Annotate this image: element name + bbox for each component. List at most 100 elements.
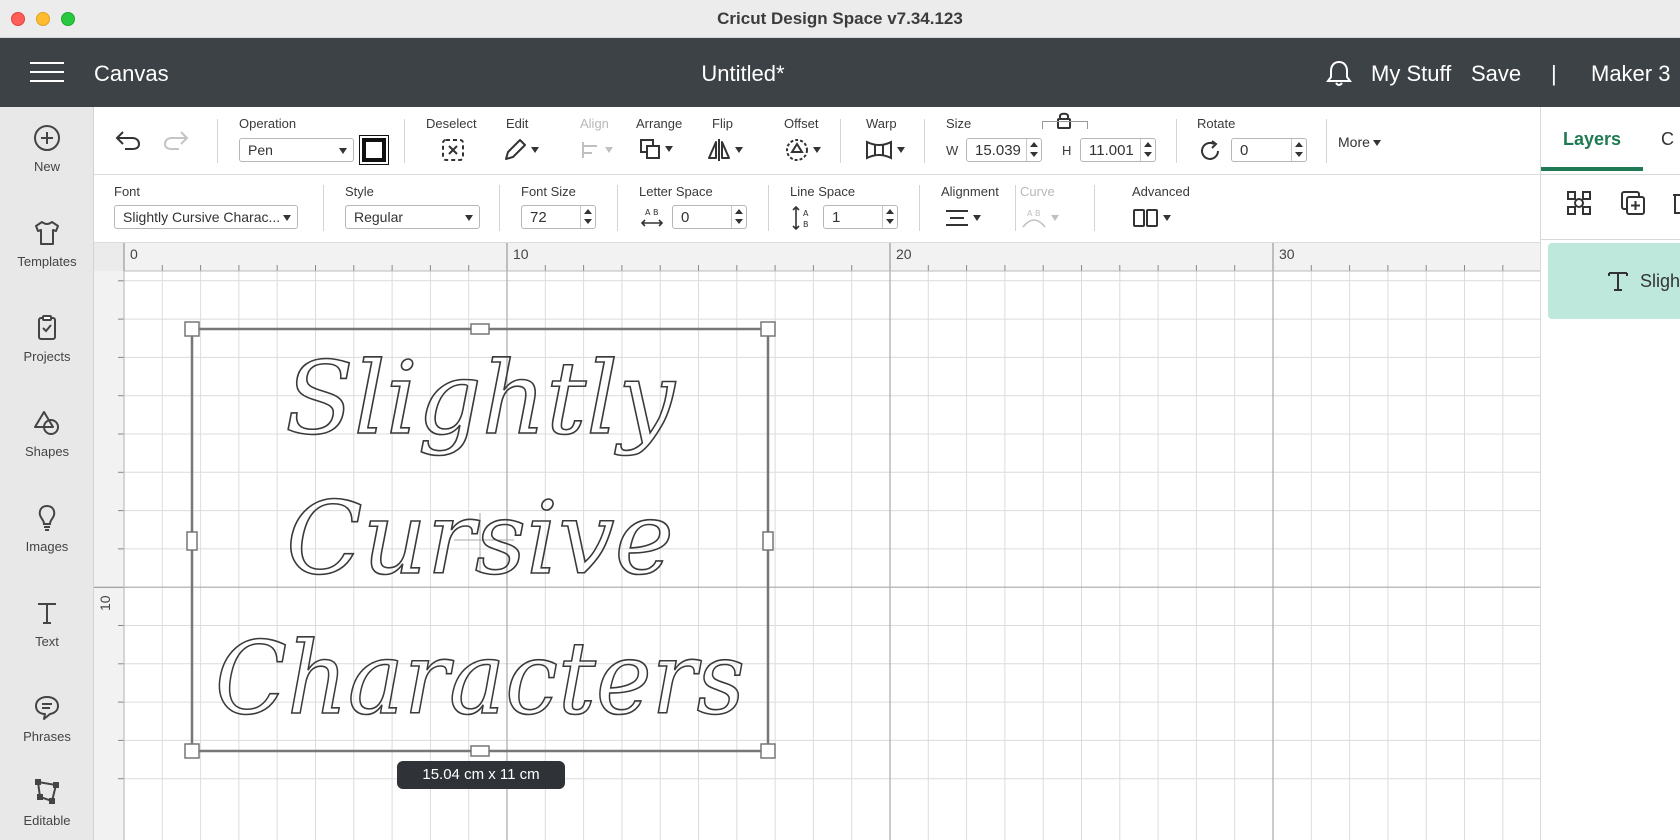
advanced-dropdown[interactable] [1132, 208, 1171, 228]
lightbulb-icon [38, 504, 56, 531]
align-label: Align [580, 116, 609, 131]
svg-text:B: B [803, 220, 809, 229]
align-dropdown[interactable] [580, 140, 613, 160]
arrange-icon [640, 139, 660, 159]
sidebar-item-projects[interactable]: Projects [0, 313, 94, 364]
redo-icon[interactable] [162, 129, 190, 151]
duplicate-icon[interactable] [1619, 189, 1647, 217]
sidebar-item-text[interactable]: Text [0, 598, 94, 649]
text-layer-icon [1608, 272, 1628, 291]
flip-dropdown[interactable] [706, 137, 743, 163]
arrange-dropdown[interactable] [638, 137, 673, 161]
font-size-input[interactable]: 72 [521, 205, 596, 229]
aspect-lock-bracket [1042, 121, 1088, 129]
width-label: W [946, 143, 959, 158]
advanced-label: Advanced [1132, 184, 1190, 199]
ruler-top [94, 243, 1540, 271]
sidebar-item-label: Projects [23, 349, 71, 364]
edit-toolbar: Operation Pen Deselect Edit Align Arrang… [94, 107, 1540, 175]
ruler-corner [94, 243, 124, 271]
dimension-tooltip: 15.04 cm x 11 cm [397, 761, 565, 789]
design-text: Slightly Cursive Characters [214, 339, 746, 738]
edit-dropdown[interactable] [502, 137, 539, 163]
text-align-icon [946, 210, 968, 226]
warp-dropdown[interactable] [864, 139, 905, 161]
plus-circle-icon [34, 125, 60, 151]
design-text-line-3: Characters [215, 620, 745, 737]
more-dropdown[interactable]: More [1338, 134, 1381, 150]
text-toolbar: Font Slightly Cursive Charac... Style Re… [94, 175, 1540, 243]
width-input[interactable]: 15.039 [966, 138, 1042, 162]
letter-space-value: 0 [681, 209, 690, 226]
sidebar-item-label: New [33, 159, 60, 174]
sidebar-item-new[interactable]: New [0, 123, 94, 174]
offset-label: Offset [784, 116, 819, 131]
bell-icon[interactable] [1326, 59, 1352, 87]
offset-dropdown[interactable] [784, 137, 821, 163]
curve-label: Curve [1020, 184, 1055, 199]
sidebar-item-editable[interactable]: Editable [0, 777, 94, 828]
sidebar-item-label: Templates [17, 254, 77, 269]
width-value: 15.039 [975, 142, 1021, 159]
sidebar-item-templates[interactable]: Templates [0, 218, 94, 269]
tab-layers-label: Layers [1563, 129, 1622, 149]
alignment-dropdown[interactable] [944, 208, 981, 228]
undo-icon[interactable] [114, 129, 142, 151]
tab-other[interactable]: C [1661, 107, 1680, 171]
layer-item[interactable]: Sligh [1548, 243, 1680, 319]
operation-value: Pen [248, 142, 273, 158]
arrange-label: Arrange [636, 116, 683, 131]
pencil-icon [505, 139, 526, 160]
design-text-line-1: Slightly [285, 340, 676, 457]
rotate-value: 0 [1240, 142, 1249, 159]
font-size-value: 72 [530, 209, 547, 226]
style-label: Style [345, 184, 374, 199]
font-label: Font [114, 184, 141, 199]
style-select[interactable]: Regular [345, 205, 480, 229]
speech-bubble-icon [35, 696, 59, 720]
left-sidebar: New Templates Projects Shapes Images Tex… [0, 107, 94, 840]
app-header: Canvas Untitled* My Stuff Save | Maker 3 [0, 38, 1680, 107]
delete-icon[interactable] [1671, 189, 1680, 217]
group-icon[interactable] [1565, 189, 1593, 217]
sidebar-item-label: Shapes [24, 444, 70, 459]
tab-other-label: C [1661, 129, 1674, 149]
save-button[interactable]: Save [1471, 61, 1521, 87]
operation-select[interactable]: Pen [239, 138, 354, 162]
offset-icon [786, 139, 808, 161]
tab-layers[interactable]: Layers [1541, 107, 1643, 171]
layers-panel: Layers C Sligh [1540, 107, 1680, 840]
sidebar-item-shapes[interactable]: Shapes [0, 408, 94, 459]
font-value: Slightly Cursive Charac... [123, 209, 281, 225]
advanced-icon [1133, 209, 1158, 227]
edit-label: Edit [506, 116, 529, 131]
height-input[interactable]: 11.001 [1080, 138, 1156, 162]
panel-toolbar-divider [1541, 239, 1680, 240]
sidebar-item-images[interactable]: Images [0, 503, 94, 554]
warp-label: Warp [866, 116, 897, 131]
window-titlebar: Cricut Design Space v7.34.123 [0, 0, 1680, 38]
machine-selector[interactable]: Maker 3 [1591, 61, 1670, 87]
sidebar-item-phrases[interactable]: Phrases [0, 693, 94, 744]
my-stuff-link[interactable]: My Stuff [1371, 61, 1451, 87]
ruler-top-label-30: 30 [1279, 246, 1295, 262]
svg-text:A: A [803, 209, 809, 218]
style-value: Regular [354, 209, 404, 225]
line-space-icon: AB [792, 205, 809, 231]
alignment-label: Alignment [941, 184, 999, 199]
deselect-label: Deselect [426, 116, 477, 131]
design-canvas[interactable]: 0 10 20 30 10 Slightly Cursive Character… [94, 243, 1540, 840]
line-space-label: Line Space [790, 184, 856, 199]
curve-dropdown[interactable]: A B [1020, 207, 1059, 229]
font-select[interactable]: Slightly Cursive Charac... [114, 205, 298, 229]
rotate-icon [1201, 140, 1219, 160]
rotate-input[interactable]: 0 [1231, 138, 1307, 162]
layer-name: Sligh [1640, 271, 1680, 291]
letter-space-input[interactable]: 0 [672, 205, 747, 229]
design-text-line-2: Cursive [286, 480, 674, 597]
pen-color-swatch[interactable] [360, 136, 388, 164]
text-t-icon [38, 603, 56, 624]
line-space-input[interactable]: 1 [823, 205, 898, 229]
deselect-icon[interactable] [440, 137, 466, 163]
ruler-top-label-20: 20 [896, 246, 912, 262]
